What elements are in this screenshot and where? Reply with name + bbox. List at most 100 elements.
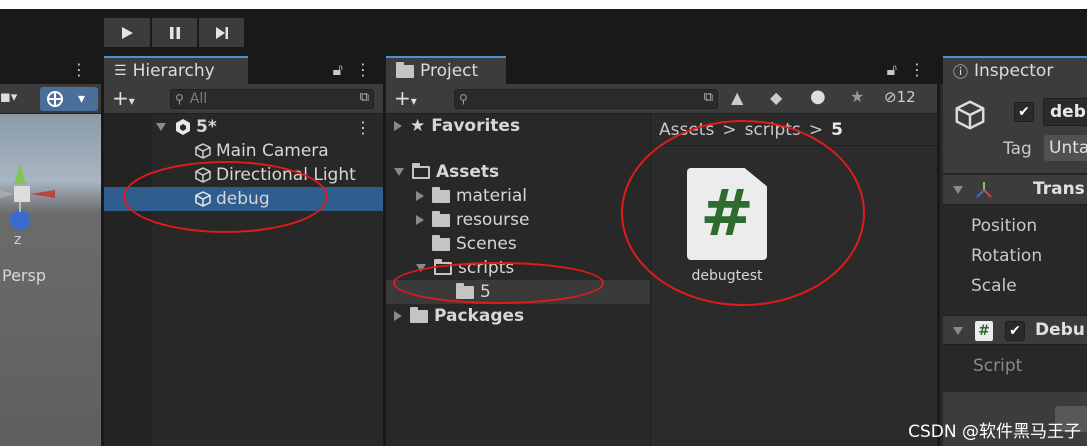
project-search-input[interactable]: ⚲ ⧉ (454, 89, 718, 109)
expand-triangle-icon[interactable] (156, 123, 166, 131)
expand-triangle-icon[interactable] (394, 168, 404, 176)
expand-triangle-icon[interactable] (394, 121, 402, 131)
scene-row[interactable]: 5* ⋮ (104, 115, 383, 139)
field-label: Rotation (971, 246, 1043, 266)
scene-tabbar: ⋮ (0, 56, 101, 84)
hierarchy-toolbar: +▾ ⚲ All ⧉ (104, 84, 383, 114)
project-toolbar: +▾ ⚲ ⧉ ▲ ◆ ● ★ ⊘12 (386, 84, 937, 114)
object-header: ✔ debu Tag Unta (943, 84, 1087, 174)
tab-hierarchy[interactable]: ☰ Hierarchy (104, 56, 248, 84)
breadcrumb-item-current[interactable]: 5 (831, 120, 843, 140)
component-label: Debu (1035, 320, 1085, 340)
warning-filter-icon[interactable]: ● (810, 86, 826, 107)
filter-icon[interactable]: ⧉ (704, 90, 713, 105)
more-icon[interactable]: ⋮ (355, 60, 371, 80)
gizmo-icon (47, 91, 63, 107)
csharp-script-icon: # (975, 321, 993, 341)
field-label: Scale (971, 276, 1017, 296)
expand-triangle-icon[interactable] (953, 327, 963, 335)
tree-item[interactable]: Scenes (386, 232, 650, 256)
add-button[interactable]: +▾ (112, 86, 135, 110)
play-icon (122, 26, 133, 39)
folder-icon (432, 210, 450, 227)
project-tabbar: Project 🔓︎ ⋮ (386, 56, 937, 84)
tree-item[interactable]: resourse (386, 208, 650, 232)
field-label: Position (971, 216, 1038, 236)
inspector-panel: ⓘ Inspector ✔ debu Tag Unta Trans Positi… (940, 56, 1087, 446)
expand-triangle-icon[interactable] (416, 215, 424, 225)
inspector-tabbar: ⓘ Inspector (940, 56, 1087, 84)
axis-label: z (14, 232, 22, 248)
info-icon: ⓘ (953, 62, 969, 81)
list-item[interactable]: Main Camera (104, 139, 383, 163)
transform-header[interactable]: Trans (943, 175, 1087, 205)
scene-name: 5* (196, 117, 217, 137)
top-edge (0, 0, 1087, 9)
expand-triangle-icon[interactable] (953, 186, 963, 194)
tree-label: material (456, 186, 527, 206)
tree-item[interactable]: material (386, 184, 650, 208)
step-button[interactable] (199, 18, 244, 47)
item-label: Main Camera (216, 141, 329, 161)
gameobject-icon (955, 100, 985, 130)
view-mode-icon[interactable]: ◼▾ (0, 90, 17, 105)
tree-item-favorites[interactable]: ★ Favorites (386, 114, 650, 138)
component-label: Trans (1033, 179, 1085, 199)
annotation-oval-tree (393, 262, 604, 304)
scene-toolbar: ◼▾ ▾ (0, 84, 101, 114)
lock-icon[interactable]: 🔓︎ (887, 60, 897, 80)
unity-scene-icon (176, 119, 190, 135)
create-button[interactable]: +▾ (394, 86, 417, 110)
pause-icon (169, 26, 180, 39)
gizmo-button[interactable]: ▾ (40, 87, 98, 111)
active-checkbox[interactable]: ✔ (1014, 102, 1034, 122)
tree-item-assets[interactable]: Assets (386, 160, 650, 184)
type-filter-icon[interactable]: ▲ (731, 88, 743, 107)
tab-hierarchy-label: Hierarchy (132, 61, 215, 81)
folder-icon (410, 306, 428, 323)
pause-button[interactable] (152, 18, 197, 47)
more-icon[interactable]: ⋮ (71, 60, 87, 79)
play-button[interactable] (104, 18, 150, 47)
search-icon: ⚲ (175, 92, 184, 106)
tab-project[interactable]: Project (386, 56, 506, 84)
tab-inspector[interactable]: ⓘ Inspector (943, 56, 1087, 84)
tree-label: resourse (456, 210, 530, 230)
object-name-field[interactable]: debu (1043, 98, 1087, 126)
watermark: CSDN @软件黑马王子 (908, 422, 1081, 442)
list-icon: ☰ (114, 63, 127, 79)
scene-viewport[interactable]: z Persp (0, 114, 101, 446)
expand-triangle-icon[interactable] (394, 311, 402, 321)
more-icon[interactable]: ⋮ (909, 60, 925, 80)
expand-triangle-icon[interactable] (416, 191, 424, 201)
tree-item-packages[interactable]: Packages (386, 304, 650, 328)
script-component-header[interactable]: # ✔ Debu (943, 315, 1087, 345)
folder-icon (432, 186, 450, 203)
label-filter-icon[interactable]: ◆ (770, 88, 782, 107)
folder-icon (396, 61, 414, 78)
scene-panel: ⋮ ◼▾ ▾ z Persp (0, 56, 101, 446)
gameobject-icon (195, 143, 211, 159)
search-icon: ⚲ (459, 92, 468, 106)
hidden-toggle-icon[interactable]: ⊘12 (884, 88, 916, 106)
star-icon: ★ (410, 116, 426, 136)
step-icon (215, 26, 228, 39)
enabled-checkbox[interactable]: ✔ (1005, 321, 1025, 341)
tag-dropdown[interactable]: Unta (1044, 135, 1087, 161)
tree-label: Assets (436, 162, 500, 182)
tree-label: Scenes (456, 234, 517, 254)
field-label: Script (973, 356, 1023, 376)
more-icon[interactable]: ⋮ (355, 118, 371, 137)
annotation-oval-hierarchy (123, 161, 328, 233)
tab-inspector-label: Inspector (974, 61, 1054, 81)
favorite-star-icon[interactable]: ★ (850, 87, 864, 106)
filter-icon[interactable]: ⧉ (360, 90, 369, 105)
hierarchy-panel: ☰ Hierarchy 🔓︎ ⋮ +▾ ⚲ All ⧉ 5* ⋮ Main Ca… (104, 56, 383, 446)
open-folder-icon (412, 162, 430, 179)
hierarchy-search-input[interactable]: ⚲ All ⧉ (170, 89, 374, 109)
folder-icon (432, 234, 450, 251)
lock-icon[interactable]: 🔓︎ (333, 60, 343, 80)
projection-label[interactable]: Persp (2, 266, 46, 285)
play-controls (104, 18, 244, 47)
axis-gizmo-icon[interactable] (0, 124, 60, 244)
